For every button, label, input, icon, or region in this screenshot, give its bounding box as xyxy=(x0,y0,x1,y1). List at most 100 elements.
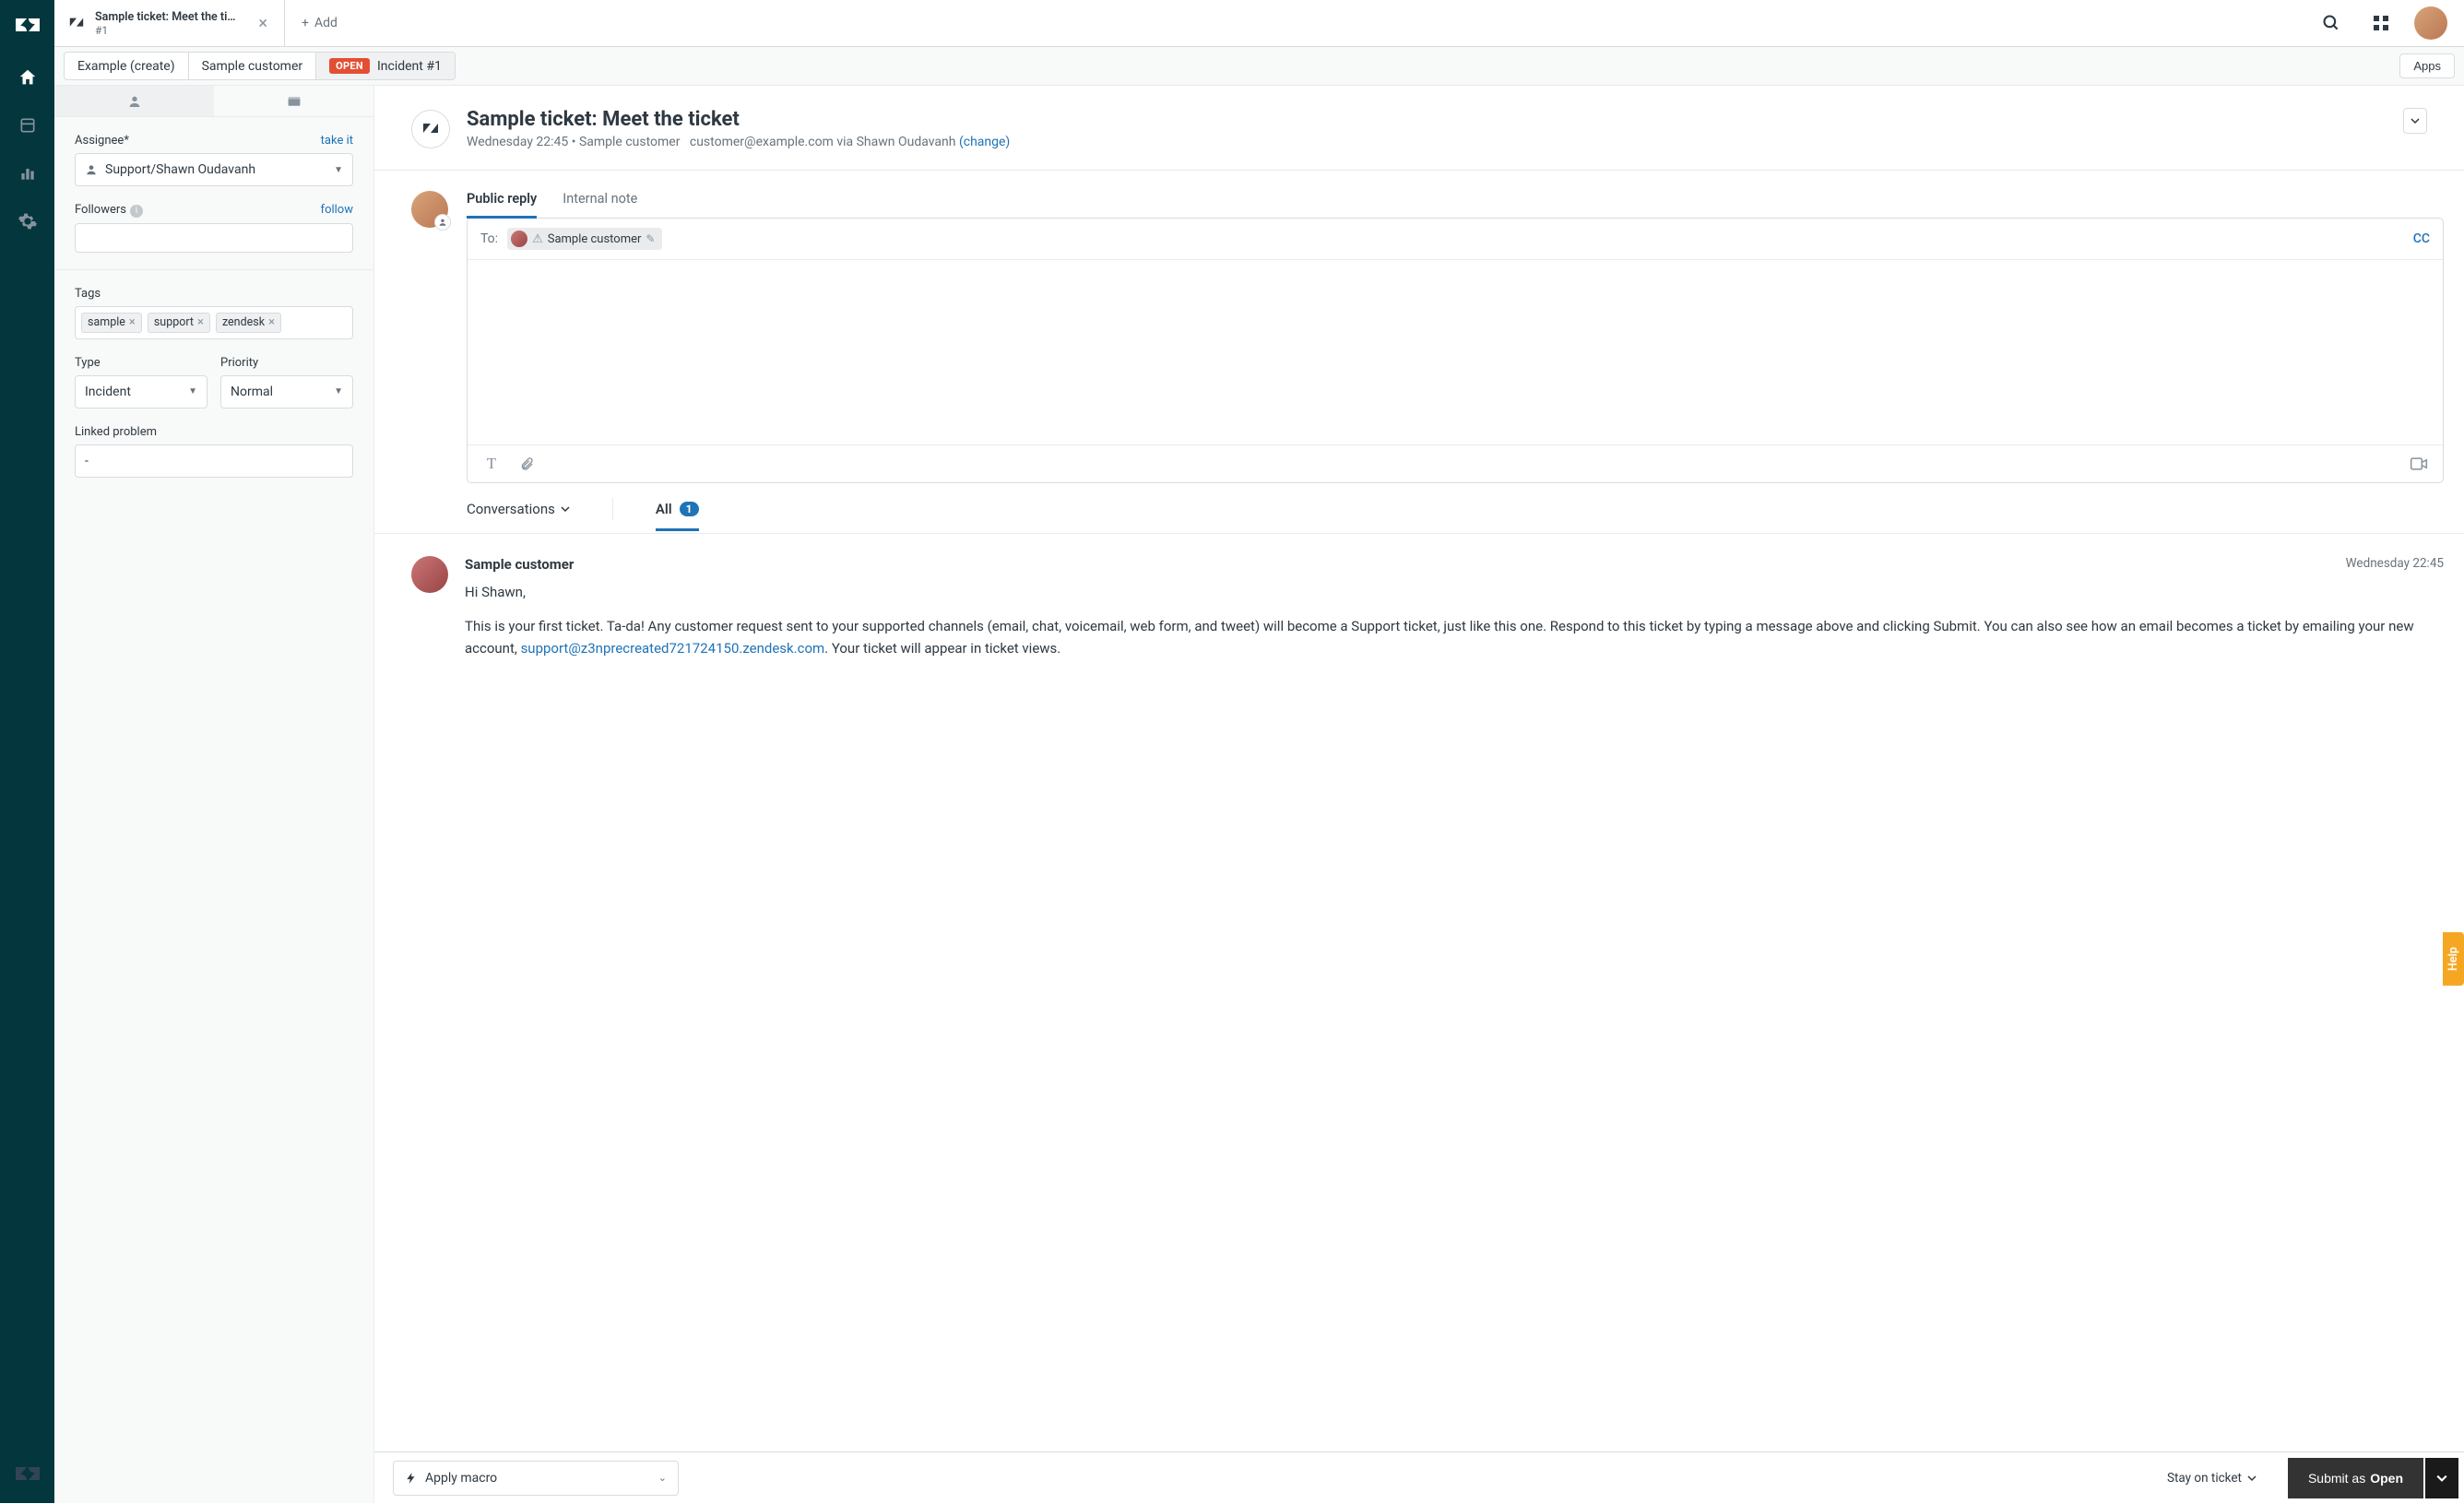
profile-avatar[interactable] xyxy=(2414,6,2447,40)
message-text: Hi Shawn, This is your first ticket. Ta-… xyxy=(465,582,2444,659)
priority-value: Normal xyxy=(231,385,273,399)
breadcrumb-row: Example (create) Sample customer OPEN In… xyxy=(54,47,2464,86)
tags-label: Tags xyxy=(75,287,101,301)
follow-link[interactable]: follow xyxy=(321,203,353,217)
ticket-type-icon xyxy=(411,110,450,148)
recipient-avatar xyxy=(511,231,527,247)
message: Sample customer Wednesday 22:45 Hi Shawn… xyxy=(374,534,2464,681)
chevron-down-icon: ⌄ xyxy=(658,1472,667,1484)
assignee-select[interactable]: Support/Shawn Oudavanh ▼ xyxy=(75,153,353,186)
panel-tab-ticket-icon[interactable] xyxy=(214,86,373,116)
brand-logo[interactable] xyxy=(14,11,41,39)
tab-internal-note[interactable]: Internal note xyxy=(563,191,637,219)
composer-textarea[interactable] xyxy=(468,260,2443,444)
tag-chip: support× xyxy=(148,313,210,333)
avatar-badge-icon xyxy=(434,214,451,231)
tab-close-icon[interactable]: × xyxy=(255,14,271,33)
chevron-down-icon xyxy=(561,504,570,514)
edit-icon[interactable]: ✎ xyxy=(646,232,655,245)
tag-remove-icon[interactable]: × xyxy=(129,315,136,329)
panel-tab-user-icon[interactable] xyxy=(54,86,214,116)
conversations-all-tab[interactable]: All 1 xyxy=(656,501,699,531)
message-time: Wednesday 22:45 xyxy=(2346,556,2444,573)
incident-label: Incident #1 xyxy=(377,59,442,74)
chevron-down-icon: ▼ xyxy=(334,165,343,175)
linked-value: - xyxy=(85,454,89,468)
properties-panel: Assignee* take it Support/Shawn Oudavanh… xyxy=(54,86,374,1503)
nav-views-icon[interactable] xyxy=(9,107,46,144)
tab-add-button[interactable]: + Add xyxy=(285,0,354,46)
search-icon[interactable] xyxy=(2315,6,2348,40)
priority-label: Priority xyxy=(220,356,258,370)
crumb-customer[interactable]: Sample customer xyxy=(189,53,317,79)
change-requester-link[interactable]: (change) xyxy=(959,135,1010,149)
type-select[interactable]: Incident ▼ xyxy=(75,375,207,409)
emoji-icon[interactable] xyxy=(2404,449,2434,479)
nav-home-icon[interactable] xyxy=(9,59,46,96)
help-tab[interactable]: Help xyxy=(2443,932,2464,986)
tag-remove-icon[interactable]: × xyxy=(197,315,204,329)
chevron-down-icon xyxy=(2247,1474,2257,1483)
tag-chip: sample× xyxy=(81,313,142,333)
linked-problem-select[interactable]: - xyxy=(75,444,353,478)
tag-chip: zendesk× xyxy=(216,313,281,333)
crumb-incident[interactable]: OPEN Incident #1 xyxy=(316,53,455,79)
lightning-icon xyxy=(405,1472,418,1485)
count-badge: 1 xyxy=(680,502,699,516)
support-email-link[interactable]: support@z3nprecreated721724150.zendesk.c… xyxy=(521,640,825,657)
person-icon xyxy=(85,163,98,176)
conversations-dropdown[interactable]: Conversations xyxy=(467,501,570,530)
take-it-link[interactable]: take it xyxy=(321,134,353,148)
chevron-down-icon: ▼ xyxy=(334,386,343,397)
breadcrumb: Example (create) Sample customer OPEN In… xyxy=(64,52,456,80)
info-icon: i xyxy=(130,205,143,218)
text-format-icon[interactable]: T xyxy=(477,449,506,479)
tab-sub: #1 xyxy=(95,24,245,37)
apps-grid-icon[interactable] xyxy=(2364,6,2398,40)
ticket-footer: Apply macro ⌄ Stay on ticket Submit as O… xyxy=(374,1451,2464,1503)
nav-reporting-icon[interactable] xyxy=(9,155,46,192)
attachment-icon[interactable] xyxy=(512,449,541,479)
status-badge: OPEN xyxy=(329,58,370,74)
apps-button[interactable]: Apps xyxy=(2399,53,2455,78)
ticket-title: Sample ticket: Meet the ticket xyxy=(467,108,2387,131)
warning-icon: ⚠ xyxy=(532,232,543,246)
ticket-header: Sample ticket: Meet the ticket Wednesday… xyxy=(374,86,2464,171)
chevron-down-icon: ▼ xyxy=(188,386,197,397)
cc-button[interactable]: CC xyxy=(2413,231,2430,246)
nav-rail xyxy=(0,0,54,1503)
followers-label: Followersi xyxy=(75,203,143,218)
crumb-example[interactable]: Example (create) xyxy=(65,53,189,79)
to-label: To: xyxy=(480,231,498,246)
stay-on-ticket-dropdown[interactable]: Stay on ticket xyxy=(2167,1471,2257,1486)
type-label: Type xyxy=(75,356,101,370)
tab-public-reply[interactable]: Public reply xyxy=(467,191,537,219)
tab-bar: Sample ticket: Meet the ti… #1 × + Add xyxy=(54,0,2464,47)
submit-dropdown-button[interactable] xyxy=(2425,1458,2458,1498)
nav-admin-icon[interactable] xyxy=(9,203,46,240)
tab-title: Sample ticket: Meet the ti… xyxy=(95,10,245,24)
recipient-chip[interactable]: ⚠ Sample customer ✎ xyxy=(507,228,662,250)
message-avatar xyxy=(411,556,448,593)
type-value: Incident xyxy=(85,385,131,399)
ticket-tab-icon xyxy=(67,14,86,32)
nav-zendesk-icon[interactable] xyxy=(9,1457,46,1494)
tab-add-label: Add xyxy=(314,16,338,30)
ticket-main: Sample ticket: Meet the ticket Wednesday… xyxy=(374,86,2464,1503)
ticket-tab[interactable]: Sample ticket: Meet the ti… #1 × xyxy=(54,0,285,46)
composer-avatar xyxy=(411,191,448,228)
composer-box: To: ⚠ Sample customer ✎ CC xyxy=(467,218,2444,483)
priority-select[interactable]: Normal ▼ xyxy=(220,375,353,409)
assignee-label: Assignee* xyxy=(75,134,129,148)
plus-icon: + xyxy=(302,16,309,30)
submit-button[interactable]: Submit as Open xyxy=(2288,1458,2423,1498)
linked-label: Linked problem xyxy=(75,425,157,439)
tag-remove-icon[interactable]: × xyxy=(268,315,275,329)
apply-macro-button[interactable]: Apply macro ⌄ xyxy=(393,1461,679,1496)
tags-input[interactable]: sample× support× zendesk× xyxy=(75,306,353,339)
message-author: Sample customer xyxy=(465,556,574,573)
followers-input[interactable] xyxy=(75,223,353,253)
assignee-value: Support/Shawn Oudavanh xyxy=(105,162,255,177)
ticket-meta: Wednesday 22:45 • Sample customer custom… xyxy=(467,135,2387,149)
ticket-header-toggle[interactable] xyxy=(2403,108,2427,134)
